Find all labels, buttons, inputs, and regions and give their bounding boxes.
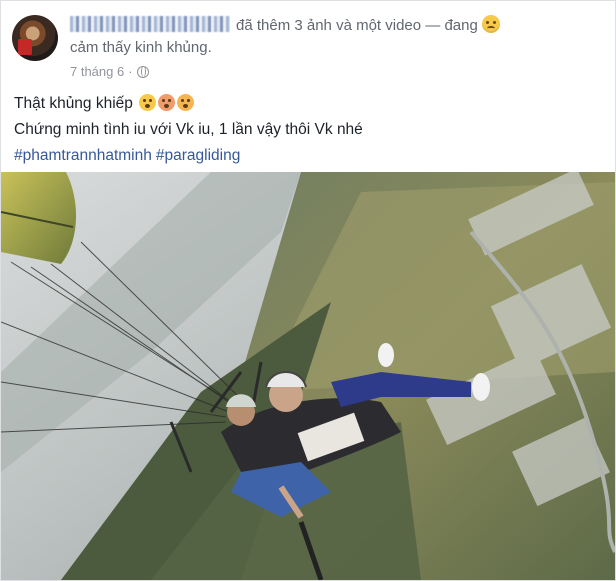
post-body: Thật khủng khiếp Chứng minh tình iu với … (14, 91, 604, 169)
globe-icon[interactable] (136, 65, 149, 78)
worried-face-icon (482, 15, 500, 33)
meta-separator: · (128, 64, 133, 79)
post-meta: 7 tháng 6 · (70, 64, 149, 79)
paragliding-photo (1, 172, 615, 580)
post-header: đã thêm 3 ảnh và một video — đang cảm th… (70, 15, 570, 59)
action-text: đã thêm 3 ảnh và một video — đang (236, 17, 478, 34)
avatar[interactable] (12, 15, 58, 61)
flushed-face-icon (158, 94, 176, 111)
hashtag-link[interactable]: #paragliding (156, 147, 240, 164)
post-hashtags: #phamtrannhatminh #paragliding (14, 143, 604, 169)
post-line-1-text: Thật khủng khiếp (14, 95, 133, 112)
author-name-redacted[interactable] (70, 16, 230, 32)
grimacing-face-icon (139, 94, 157, 111)
facebook-post: đã thêm 3 ảnh và một video — đang cảm th… (0, 0, 616, 581)
timestamp-link[interactable]: 7 tháng 6 (70, 64, 124, 79)
avatar-flag (18, 39, 32, 55)
post-photo[interactable] (1, 172, 615, 580)
post-line-1: Thật khủng khiếp (14, 91, 604, 117)
feeling-text: cảm thấy kinh khủng. (70, 39, 212, 56)
frowning-face-icon (177, 94, 195, 111)
post-line-2: Chứng minh tình iu với Vk iu, 1 lần vậy … (14, 121, 363, 138)
hashtag-link[interactable]: #phamtrannhatminh (14, 147, 152, 164)
